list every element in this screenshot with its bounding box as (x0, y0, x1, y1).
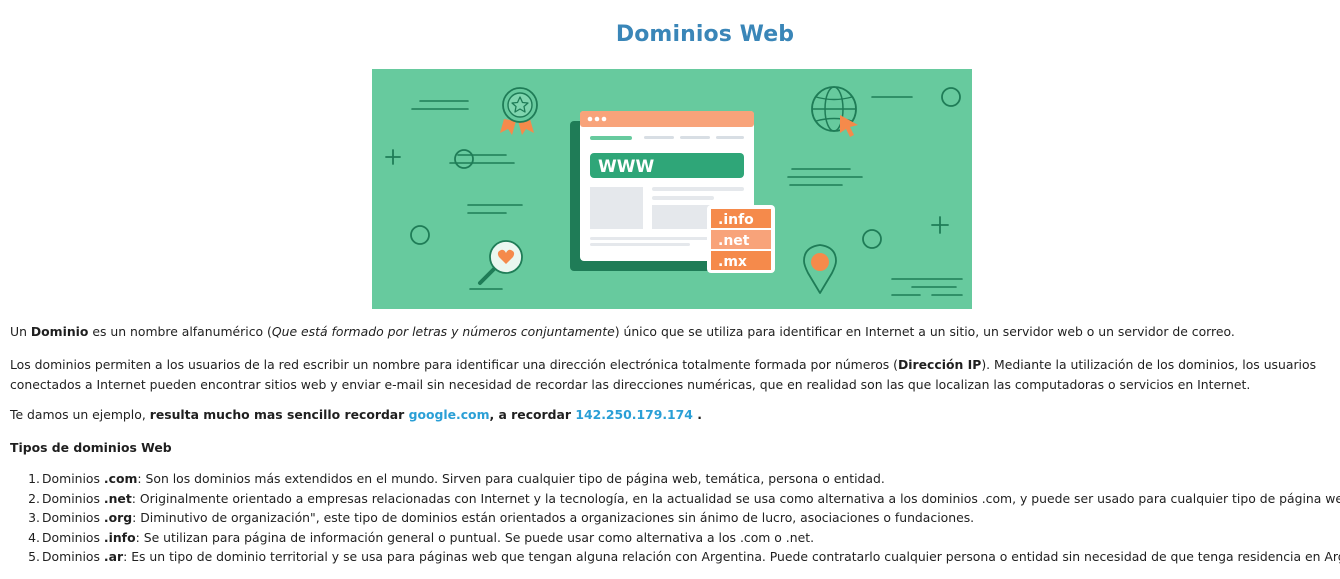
extension: .org (103, 510, 133, 525)
list-number: 1. (28, 471, 40, 486)
magnifier-icon (478, 240, 523, 285)
list-item: 3. Dominios .org: Diminutivo de organizac… (28, 508, 1340, 528)
types-heading: Tipos de dominios Web (10, 440, 172, 455)
list-number: 3. (28, 510, 40, 525)
list-number: 5. (28, 549, 40, 564)
text: Los dominios permiten a los usuarios de … (10, 357, 898, 372)
intro-paragraph-1: Un Dominio es un nombre alfanumérico (Qu… (10, 322, 1332, 342)
text-bold: , a recordar (489, 407, 576, 422)
award-icon (500, 87, 538, 135)
domain-types-list: 1. Dominios .com: Son los dominios más ex… (0, 469, 1340, 567)
text: : Son los dominios más extendidos en el … (137, 471, 885, 486)
text: Dominios (42, 471, 104, 486)
text: : Se utilizan para página de información… (135, 529, 815, 545)
extension-label: .net (718, 233, 750, 249)
extensions-card: .info .net .mx (707, 205, 775, 273)
extension-label: .info (718, 212, 754, 228)
text: Un (10, 324, 31, 339)
extension: .net (103, 490, 132, 506)
example-paragraph: Te damos un ejemplo, resulta mucho mas s… (10, 405, 1332, 425)
text: Dominios (42, 490, 104, 506)
extension-label: .mx (718, 254, 747, 270)
list-item: 2. Dominios .net: Originalmente orientado… (28, 489, 1340, 509)
url-bar-text: WWW (598, 157, 655, 177)
intro-paragraph-2: Los dominios permiten a los usuarios de … (10, 355, 1332, 395)
extension: .com (103, 471, 138, 486)
extension: .ar (103, 549, 124, 564)
list-item: 4. Dominios .info: Se utilizan para págin… (28, 528, 1340, 548)
ip-link[interactable]: 142.250.179.174 (575, 407, 693, 422)
definition-italic: Que está formado por letras y números co… (271, 324, 615, 339)
list-number: 4. (28, 529, 40, 545)
text: : Es un tipo de dominio territorial y se… (123, 549, 1340, 564)
list-item: 5. Dominios .ar: Es un tipo de dominio te… (28, 547, 1340, 567)
term-ip: Dirección IP (898, 357, 982, 372)
text-bold: . (692, 407, 702, 422)
text: es un nombre alfanumérico ( (88, 324, 272, 339)
hero-illustration: WWW .info .net .mx (372, 69, 972, 309)
list-number: 2. (28, 490, 40, 506)
page-title: Dominios Web (615, 22, 795, 47)
text: : Diminutivo de organización", este tipo… (132, 510, 975, 525)
extension: .info (103, 529, 136, 545)
page: Dominios Web WWW .info .net .mx Un Domin… (0, 0, 1340, 579)
list-item: 1. Dominios .com: Son los dominios más ex… (28, 469, 1340, 489)
text: Dominios (42, 510, 104, 525)
map-pin-icon (803, 244, 837, 294)
text: Dominios (42, 549, 104, 564)
globe-icon (811, 86, 858, 137)
text: Dominios (42, 529, 104, 545)
text: : Originalmente orientado a empresas rel… (131, 490, 1340, 506)
term-dominio: Dominio (30, 324, 89, 339)
text: ) único que se utiliza para identificar … (614, 324, 1235, 339)
text-bold: resulta mucho mas sencillo recordar (149, 407, 409, 422)
text: Te damos un ejemplo, (10, 407, 150, 422)
google-link[interactable]: google.com (409, 407, 490, 422)
hero-svg: WWW .info .net .mx (385, 86, 963, 296)
